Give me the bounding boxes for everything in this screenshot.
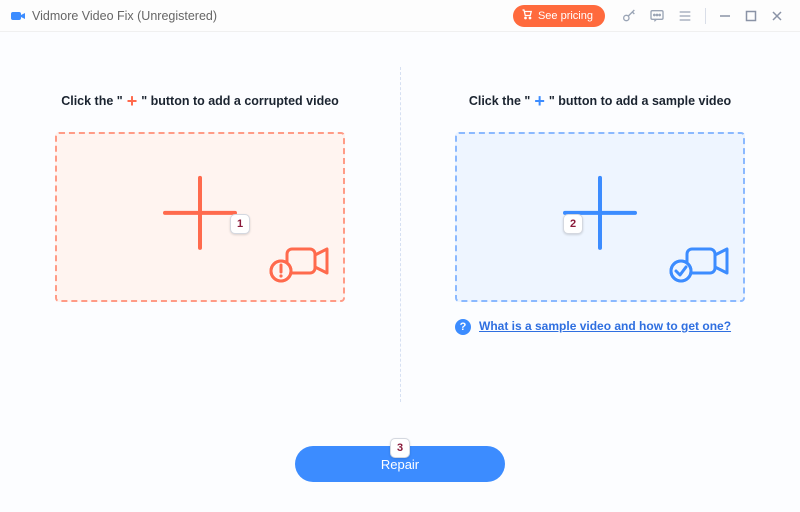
sample-instruction: Click the " + " button to add a sample v… (469, 92, 731, 110)
titlebar-separator (705, 8, 706, 24)
feedback-icon[interactable] (647, 6, 667, 26)
sample-video-pane: Click the " + " button to add a sample v… (400, 92, 800, 335)
callout-badge-1: 1 (230, 214, 250, 234)
cart-icon (521, 8, 533, 23)
callout-badge-3: 3 (390, 438, 410, 458)
main-content: Click the " + " button to add a corrupte… (0, 32, 800, 512)
corrupted-camera-icon (269, 241, 329, 290)
corrupted-video-pane: Click the " + " button to add a corrupte… (0, 92, 400, 302)
app-logo-icon (10, 8, 26, 24)
question-icon: ? (455, 319, 471, 335)
maximize-button[interactable] (740, 5, 762, 27)
app-title: Vidmore Video Fix (Unregistered) (32, 9, 217, 23)
add-corrupted-video-dropzone[interactable] (55, 132, 345, 302)
key-icon[interactable] (619, 6, 639, 26)
add-sample-video-dropzone[interactable] (455, 132, 745, 302)
sample-help-link[interactable]: What is a sample video and how to get on… (479, 318, 731, 334)
minimize-button[interactable] (714, 5, 736, 27)
sample-help: ? What is a sample video and how to get … (455, 318, 745, 335)
see-pricing-button[interactable]: See pricing (513, 5, 605, 27)
callout-badge-2: 2 (563, 214, 583, 234)
plus-icon (559, 172, 641, 254)
corrupted-instruction: Click the " + " button to add a corrupte… (61, 92, 339, 110)
sample-camera-icon (669, 241, 729, 290)
plus-icon (159, 172, 241, 254)
close-button[interactable] (766, 5, 788, 27)
titlebar: Vidmore Video Fix (Unregistered) See pri… (0, 0, 800, 32)
menu-icon[interactable] (675, 6, 695, 26)
plus-inline-icon: + (127, 92, 138, 110)
plus-inline-icon: + (534, 92, 545, 110)
see-pricing-label: See pricing (538, 10, 593, 22)
